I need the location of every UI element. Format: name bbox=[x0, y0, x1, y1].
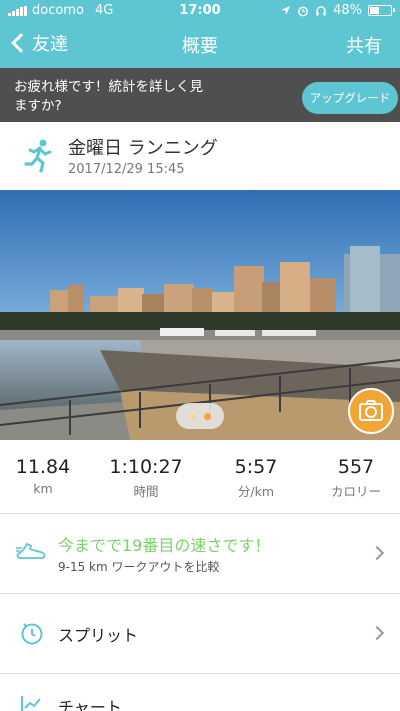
stat-distance: 11.84 km bbox=[10, 456, 76, 496]
compare-subtitle: 9-15 km ワークアウトを比較 bbox=[58, 560, 220, 574]
split-row[interactable]: スプリット bbox=[0, 594, 400, 674]
upgrade-button[interactable]: アップグレード bbox=[302, 82, 398, 114]
stat-calories: 557 カロリー bbox=[320, 456, 392, 500]
split-label: スプリット bbox=[58, 626, 139, 645]
activity-datetime: 2017/12/29 15:45 bbox=[68, 162, 185, 177]
activity-header: 金曜日 ランニング 2017/12/29 15:45 bbox=[0, 122, 400, 190]
chart-label: チャート bbox=[58, 698, 122, 711]
stat-unit: カロリー bbox=[330, 484, 381, 499]
activity-name: 金曜日 ランニング bbox=[68, 138, 218, 159]
share-button[interactable]: 共有 bbox=[346, 32, 382, 58]
stats-panel: 11.84 km 1:10:27 時間 5:57 分/km 557 カロリー bbox=[0, 440, 400, 514]
stopwatch-icon bbox=[21, 623, 43, 645]
stat-unit: 分/km bbox=[237, 484, 275, 499]
stat-unit: km bbox=[33, 481, 53, 496]
chevron-right-icon bbox=[369, 625, 385, 641]
compare-workouts-row[interactable]: 今までで19番目の速さです！ 9-15 km ワークアウトを比較 bbox=[0, 514, 400, 594]
pager-dot bbox=[189, 412, 196, 420]
chevron-right-icon bbox=[369, 545, 385, 561]
camera-button[interactable] bbox=[348, 388, 394, 434]
photo-pager[interactable] bbox=[176, 403, 224, 429]
pager-dot bbox=[204, 412, 211, 420]
activity-photo[interactable] bbox=[0, 190, 400, 440]
runner-icon bbox=[24, 139, 52, 173]
battery-icon bbox=[368, 5, 395, 16]
stat-duration: 1:10:27 時間 bbox=[98, 456, 194, 500]
camera-icon bbox=[359, 400, 383, 421]
nav-bar: 友達 概要 共有 bbox=[0, 28, 400, 62]
stat-value: 5:57 bbox=[234, 456, 278, 478]
alarm-icon bbox=[298, 6, 308, 16]
headphones-icon bbox=[316, 5, 326, 15]
chart-icon bbox=[21, 696, 42, 711]
top-bar: docomo 4G 17:00 48% 友達 概要 共有 bbox=[0, 0, 400, 68]
chart-row[interactable]: チャート bbox=[0, 674, 400, 711]
status-bar: docomo 4G 17:00 48% bbox=[0, 0, 400, 22]
stat-pace: 5:57 分/km bbox=[220, 456, 292, 500]
battery-percent: 48% bbox=[333, 3, 362, 18]
stat-value: 1:10:27 bbox=[109, 456, 183, 478]
upgrade-banner: お疲れ様です！統計を詳しく見ますか? アップグレード bbox=[0, 68, 400, 122]
stat-unit: 時間 bbox=[133, 484, 159, 499]
shoe-icon bbox=[16, 542, 46, 559]
banner-message: お疲れ様です！統計を詳しく見ますか? bbox=[14, 79, 203, 114]
compare-title: 今までで19番目の速さです！ bbox=[58, 536, 271, 555]
location-arrow-icon bbox=[281, 6, 290, 15]
stat-value: 11.84 bbox=[15, 456, 71, 478]
page-title: 概要 bbox=[182, 36, 218, 57]
stat-value: 557 bbox=[337, 456, 375, 478]
